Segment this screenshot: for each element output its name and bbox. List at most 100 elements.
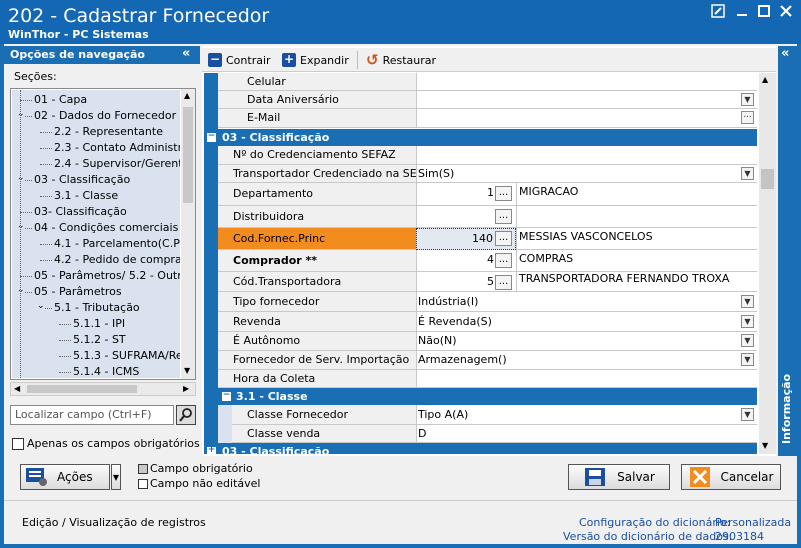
collapse-section-icon[interactable]: − (207, 132, 216, 142)
tree-scrollbar[interactable]: ▲ ▼ (181, 89, 195, 379)
section-title: 03 - Classificação (222, 445, 330, 454)
lookup-icon[interactable]: ... (495, 209, 512, 224)
grid-row[interactable]: Celular (204, 73, 757, 91)
field-value: Tipo A(A) (418, 408, 469, 421)
scroll-thumb[interactable] (183, 107, 193, 203)
field-value: Não(N) (418, 334, 457, 347)
tree-connector (59, 356, 71, 357)
tree-item[interactable]: 4.2 - Pedido de compra (54, 252, 180, 268)
hscroll-thumb[interactable] (27, 385, 137, 393)
horacoleta-input[interactable] (416, 370, 757, 388)
only-required-checkbox[interactable] (12, 438, 24, 450)
tree-item[interactable]: 3.1 - Classe (54, 188, 118, 204)
dropdown-icon[interactable]: ▼ (741, 353, 754, 366)
save-label: Salvar (617, 470, 655, 484)
dict-config-value: Personalizada (715, 516, 792, 529)
scroll-up-icon[interactable]: ▲ (762, 75, 768, 84)
tree-item[interactable]: 2.2 - Representante (54, 124, 163, 140)
toolbar-divider (357, 51, 358, 69)
tree-item[interactable]: 03 - Classificação (34, 172, 130, 188)
transportador-select[interactable]: Sim(S) ▼ (416, 165, 757, 183)
dropdown-icon[interactable]: ▼ (741, 334, 754, 347)
dropdown-icon[interactable]: ▼ (741, 167, 754, 180)
field-label: Tipo fornecedor (218, 292, 416, 312)
tree-item[interactable]: 4.1 - Parcelamento(C.Paga (54, 236, 180, 252)
grid-row[interactable]: Data Aniversário ▼ (204, 91, 757, 109)
tipo-select[interactable]: Indústria(I) ▼ (416, 292, 757, 312)
scroll-thumb[interactable] (761, 169, 774, 189)
tree-item[interactable]: 5.1 - Tributação (54, 300, 140, 316)
tree-hscrollbar[interactable]: ◀ ▶ (10, 382, 196, 396)
tree-item[interactable]: 04 - Condições comerciais (34, 220, 178, 236)
grid-row[interactable]: E-Mail ... (204, 109, 757, 128)
collapse-button[interactable]: − Contrair (208, 51, 271, 69)
expand-button[interactable]: + Expandir (282, 51, 349, 69)
expand-toggle-icon[interactable]: ⌄ (37, 301, 45, 311)
maximize-icon[interactable] (755, 4, 773, 22)
autonomo-select[interactable]: Não(N) ▼ (416, 332, 757, 351)
grid-scrollbar[interactable]: ▲ ▼ (759, 73, 776, 454)
info-collapse-icon[interactable]: « (781, 46, 789, 61)
field-value: É Revenda(S) (418, 315, 492, 328)
close-icon[interactable] (777, 4, 795, 22)
field-label: Celular (218, 73, 416, 91)
noneditable-legend-label: Campo não editável (150, 477, 261, 490)
lookup-icon[interactable]: ... (495, 253, 512, 268)
credenciamento-input[interactable] (416, 146, 757, 165)
tree-item[interactable]: 05 - Parâmetros/ 5.2 - Outros (34, 268, 180, 284)
actions-button[interactable]: Ações (20, 464, 110, 490)
dropdown-icon[interactable]: ▼ (741, 93, 754, 106)
subsection-header[interactable]: − 3.1 - Classe (218, 388, 757, 405)
search-input[interactable]: Localizar campo (Ctrl+F) (10, 405, 174, 425)
scroll-left-icon[interactable]: ◀ (14, 384, 20, 393)
dropdown-icon[interactable]: ▼ (741, 408, 754, 421)
lookup-icon[interactable]: ... (495, 186, 512, 201)
sections-tree[interactable]: 01 - Capa 02 - Dados do Fornecedor ⌄ 2.2 - … (10, 88, 196, 380)
lookup-icon[interactable]: ... (495, 275, 512, 290)
tree-item[interactable]: 5.1.4 - ICMS (73, 364, 139, 378)
scroll-down-icon[interactable]: ▼ (762, 441, 768, 450)
property-grid: Celular Data Aniversário ▼ E-Mail ... − … (204, 73, 757, 454)
classe-fornecedor-select[interactable]: Tipo A(A) ▼ (416, 405, 757, 425)
tree-item[interactable]: 01 - Capa (34, 92, 87, 108)
tree-item[interactable]: 5.1.2 - ST (73, 332, 126, 348)
search-button[interactable] (176, 405, 196, 425)
nav-collapse-icon[interactable]: « (182, 46, 198, 64)
edit-window-icon[interactable] (709, 4, 727, 22)
window-title: 202 - Cadastrar Fornecedor (8, 5, 270, 27)
scroll-up-icon[interactable]: ▲ (184, 91, 190, 100)
dropdown-icon[interactable]: ▼ (741, 295, 754, 308)
field-value[interactable] (416, 73, 757, 91)
expand-section-icon[interactable]: + (207, 446, 216, 454)
scroll-right-icon[interactable]: ▶ (183, 384, 189, 393)
tree-item[interactable]: 5.1.1 - IPI (73, 316, 125, 332)
tree-item[interactable]: 05 - Parâmetros (34, 284, 122, 300)
actions-dropdown[interactable]: ▼ (111, 464, 121, 490)
dropdown-icon[interactable]: ▼ (741, 315, 754, 328)
tree-item[interactable]: 2.4 - Supervisor/Gerente (54, 156, 180, 172)
tree-connector (20, 100, 32, 101)
collapse-section-icon[interactable]: − (222, 391, 231, 401)
codfornec-desc: MESSIAS VASCONCELOS (516, 228, 757, 250)
save-button[interactable]: Salvar (568, 464, 670, 490)
tree-item[interactable]: 02 - Dados do Fornecedor (34, 108, 176, 124)
minimize-icon[interactable] (733, 4, 751, 22)
restore-button[interactable]: ↺ Restaurar (366, 51, 436, 69)
classe-venda-input[interactable]: D (416, 425, 757, 443)
cancel-button[interactable]: Cancelar (681, 464, 781, 490)
ellipsis-icon[interactable]: ... (741, 111, 754, 124)
tree-item[interactable]: 03- Classificação (34, 204, 127, 220)
lookup-icon[interactable]: ... (495, 231, 512, 246)
tree-root-line (20, 90, 21, 378)
tree-item[interactable]: 2.3 - Contato Administrativo (54, 140, 180, 156)
tree-item[interactable]: 5.1.3 - SUFRAMA/Rep (73, 348, 180, 364)
dict-config-label: Configuração do dicionário: (579, 516, 731, 529)
revenda-select[interactable]: É Revenda(S) ▼ (416, 312, 757, 332)
collapse-icon: − (208, 52, 222, 67)
importacao-select[interactable]: Armazenagem() ▼ (416, 351, 757, 370)
field-value[interactable]: ... (416, 109, 757, 128)
section-header[interactable]: − 03 - Classificação (204, 129, 757, 146)
scroll-down-icon[interactable]: ▼ (184, 366, 190, 375)
section-header[interactable]: + 03 - Classificação (204, 443, 757, 454)
field-value[interactable]: ▼ (416, 91, 757, 109)
